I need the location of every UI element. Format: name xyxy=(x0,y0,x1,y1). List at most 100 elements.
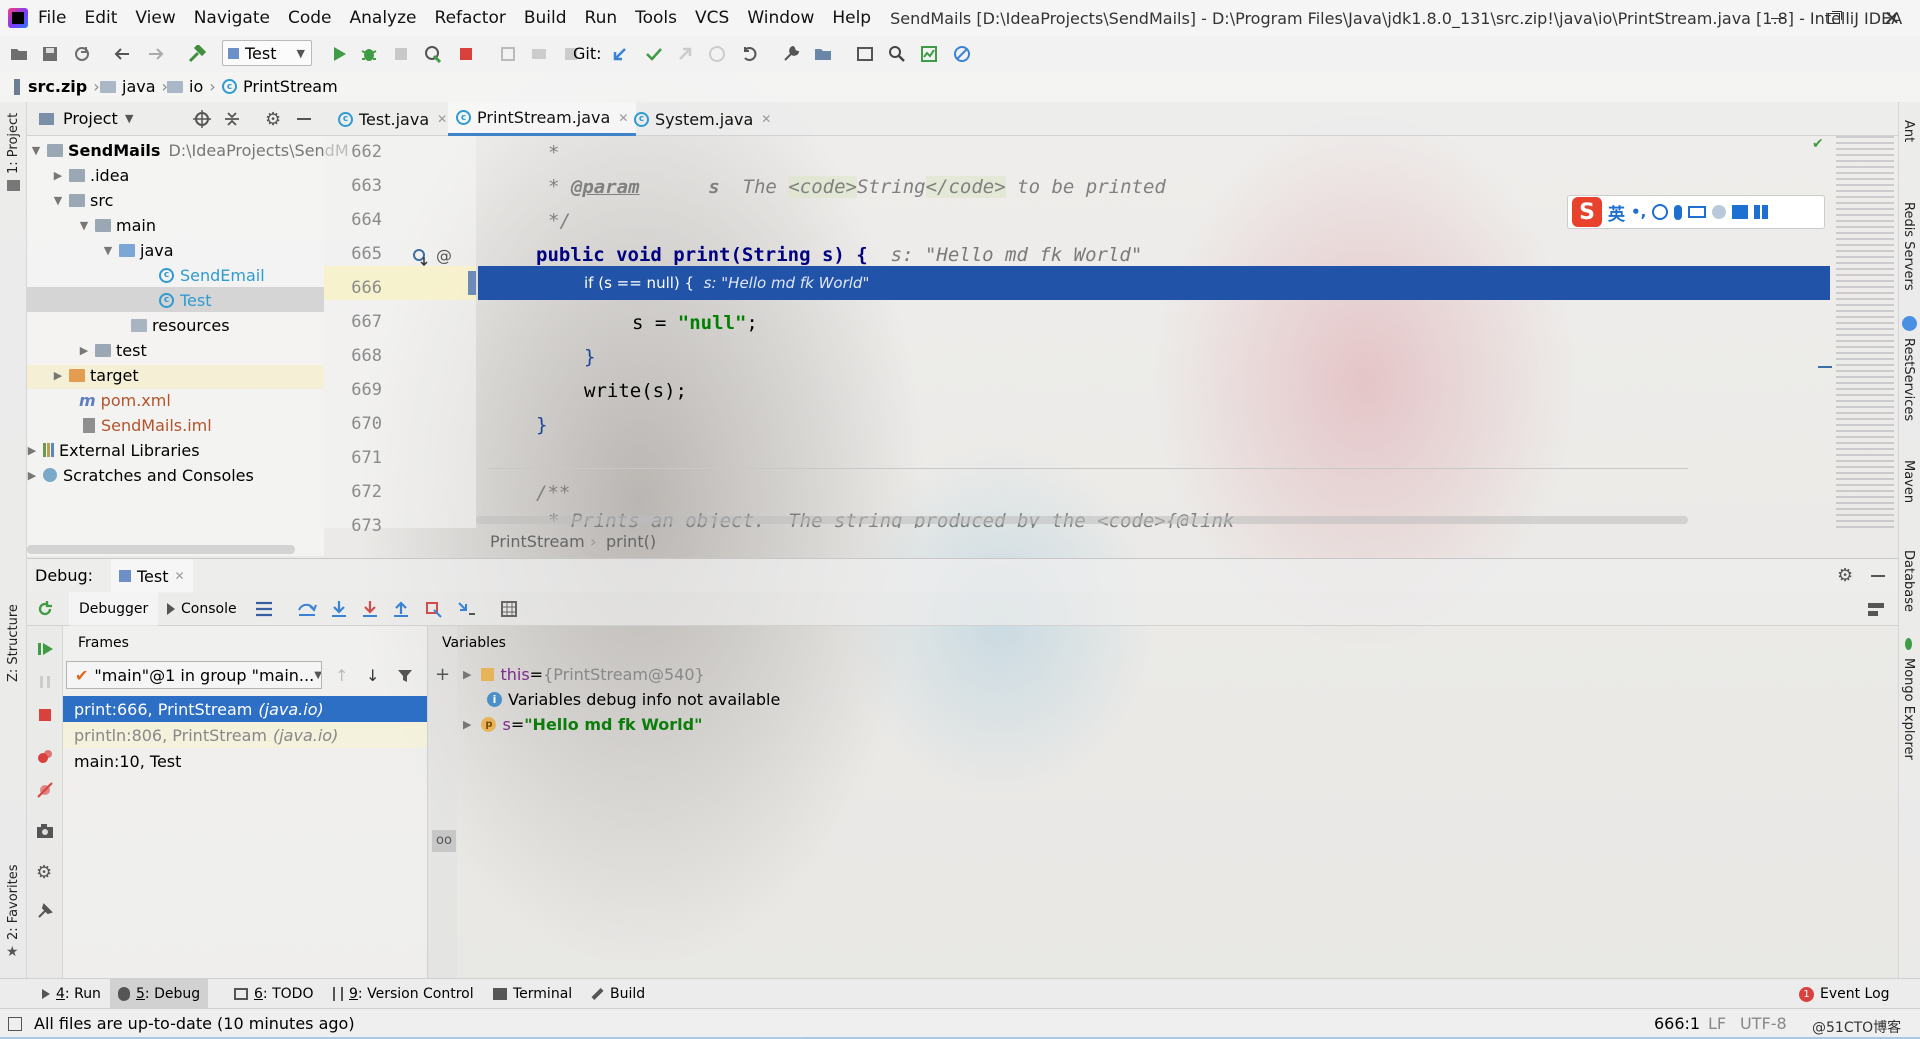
terminal-tool-tab[interactable]: Terminal xyxy=(485,979,580,1009)
breadcrumb-printstream[interactable]: c PrintStream xyxy=(222,77,338,96)
menu-build[interactable]: Build xyxy=(515,0,576,36)
stop-icon[interactable] xyxy=(457,45,475,63)
search-everywhere-icon[interactable] xyxy=(888,45,906,63)
build-tool-tab[interactable]: Build xyxy=(583,979,653,1009)
tab-debugger[interactable]: Debugger xyxy=(69,592,159,626)
resume-icon[interactable] xyxy=(36,640,54,658)
tree-node-sendmails[interactable]: ▼ SendMails D:\IdeaProjects\SendM xyxy=(31,138,349,162)
grid-menu-icon[interactable] xyxy=(1754,205,1769,219)
tab-system-java[interactable]: c System.java ✕ xyxy=(626,102,779,136)
pause-icon[interactable] xyxy=(36,673,54,691)
git-commit-icon[interactable] xyxy=(645,45,663,63)
coverage-icon[interactable] xyxy=(392,45,410,63)
breadcrumb-src-zip[interactable]: src.zip › xyxy=(14,77,106,96)
tree-node-java[interactable]: ▼ java xyxy=(103,238,174,262)
stop-icon[interactable] xyxy=(36,706,54,724)
tree-node-scratches[interactable]: ▶ Scratches and Consoles xyxy=(27,463,254,487)
thread-select[interactable]: ✔ "main"@1 in group "main... ▼ xyxy=(66,661,322,689)
filter-icon[interactable] xyxy=(397,668,413,684)
breadcrumb-java[interactable]: java › xyxy=(100,77,174,96)
frame-row[interactable]: main:10, Test xyxy=(63,748,427,774)
sync-icon[interactable] xyxy=(73,45,91,63)
restore-button[interactable] xyxy=(1806,0,1862,36)
ime-language-label[interactable]: 英 xyxy=(1608,200,1625,225)
save-all-icon[interactable] xyxy=(41,45,59,63)
tree-node-target[interactable]: ▶ target xyxy=(53,363,139,387)
attach-icon[interactable] xyxy=(499,45,517,63)
favorites-tool-button[interactable]: 2: Favorites xyxy=(6,864,21,940)
tab-printstream-java[interactable]: c PrintStream.java ✕ xyxy=(448,102,637,136)
menu-tools[interactable]: Tools xyxy=(626,0,686,36)
version-control-tool-tab[interactable]: 9: Version Control xyxy=(325,979,482,1009)
run-tool-tab[interactable]: 4: Run xyxy=(34,979,109,1009)
tree-node-resources[interactable]: resources xyxy=(131,313,230,337)
breadcrumb-io[interactable]: io › xyxy=(167,77,222,96)
tree-node-pom[interactable]: m pom.xml xyxy=(79,388,171,412)
tree-node-test[interactable]: c Test xyxy=(159,288,212,312)
maven-tool-button[interactable]: Maven xyxy=(1901,460,1916,503)
rollback-icon[interactable] xyxy=(740,45,758,63)
skin-shirt-icon[interactable] xyxy=(1732,205,1749,219)
implements-marker-icon[interactable] xyxy=(412,248,428,266)
ant-tool-button[interactable]: Ant xyxy=(1901,120,1916,142)
menu-navigate[interactable]: Navigate xyxy=(185,0,279,36)
menu-edit[interactable]: Edit xyxy=(75,0,126,36)
mute-breakpoints-icon[interactable] xyxy=(36,781,54,799)
run-to-cursor-icon[interactable] xyxy=(457,600,475,618)
todo-tool-tab[interactable]: 6: TODO xyxy=(226,979,321,1009)
menu-run[interactable]: Run xyxy=(576,0,627,36)
editor-horizontal-scrollbar[interactable] xyxy=(476,516,1688,524)
frame-down-icon[interactable]: ↓ xyxy=(366,666,379,685)
debug-tool-tab[interactable]: 5: Debug xyxy=(110,979,209,1009)
line-separator[interactable]: LF xyxy=(1708,1014,1726,1033)
close-tab-icon[interactable]: ✕ xyxy=(175,569,185,583)
tree-node-test-folder[interactable]: ▶ test xyxy=(79,338,147,362)
project-tool-button[interactable]: 1: Project xyxy=(6,113,21,174)
menu-help[interactable]: Help xyxy=(823,0,880,36)
git-push-icon[interactable] xyxy=(676,45,694,63)
settings-wrench-icon[interactable] xyxy=(782,45,800,63)
run-icon[interactable] xyxy=(330,45,348,63)
override-marker-icon[interactable]: @ xyxy=(436,246,452,265)
step-out-icon[interactable] xyxy=(392,600,410,618)
tree-node-sendemail[interactable]: c SendEmail xyxy=(159,263,265,287)
hide-panel-icon[interactable] xyxy=(297,118,311,120)
menu-code[interactable]: Code xyxy=(279,0,341,36)
variable-row-s[interactable]: ▶ p s = "Hello md fk World" xyxy=(463,712,702,737)
hide-panel-icon[interactable] xyxy=(1871,575,1885,577)
forward-icon[interactable] xyxy=(147,45,165,63)
restore-layout-icon[interactable] xyxy=(1866,601,1886,617)
gear-icon[interactable]: ⚙ xyxy=(36,862,52,883)
debug-session-tab[interactable]: Test ✕ xyxy=(111,559,193,593)
menu-file[interactable]: File xyxy=(28,0,75,36)
tree-node-idea[interactable]: ▶ .idea xyxy=(53,163,130,187)
frame-row[interactable]: println:806, PrintStream (java.io) xyxy=(63,722,427,748)
profile-icon[interactable] xyxy=(424,45,442,63)
redis-tool-button[interactable]: Redis Servers xyxy=(1901,202,1916,291)
pin-icon[interactable] xyxy=(36,902,54,920)
statistic-icon[interactable] xyxy=(920,45,938,63)
user-icon[interactable] xyxy=(1712,205,1727,219)
tab-test-java[interactable]: c Test.java ✕ xyxy=(330,102,455,136)
gear-icon[interactable]: ⚙ xyxy=(265,109,281,130)
step-into-icon[interactable] xyxy=(330,600,348,618)
structure-tool-button[interactable]: Z: Structure xyxy=(6,604,21,682)
tree-node-iml[interactable]: SendMails.iml xyxy=(83,413,212,437)
run-configuration-select[interactable]: Test ▼ xyxy=(222,40,312,66)
event-log-tool-tab[interactable]: 1 Event Log xyxy=(1791,979,1898,1009)
layout-list-icon[interactable] xyxy=(255,601,273,617)
drop-frame-icon[interactable] xyxy=(424,600,442,618)
menu-analyze[interactable]: Analyze xyxy=(341,0,426,36)
history-icon[interactable] xyxy=(708,45,726,63)
menu-refactor[interactable]: Refactor xyxy=(426,0,515,36)
debug-icon[interactable] xyxy=(360,45,378,63)
force-step-into-icon[interactable] xyxy=(361,600,379,618)
frame-up-icon[interactable]: ↑ xyxy=(335,666,348,685)
camera-icon[interactable] xyxy=(36,822,54,840)
git-update-icon[interactable] xyxy=(611,45,629,63)
tab-console[interactable]: Console xyxy=(167,592,237,626)
frame-row-selected[interactable]: print:666, PrintStream (java.io) xyxy=(63,696,427,722)
minimize-button[interactable] xyxy=(1750,0,1806,36)
view-breakpoints-icon[interactable] xyxy=(36,748,54,766)
tree-node-external-libraries[interactable]: ▶ External Libraries xyxy=(27,438,200,462)
